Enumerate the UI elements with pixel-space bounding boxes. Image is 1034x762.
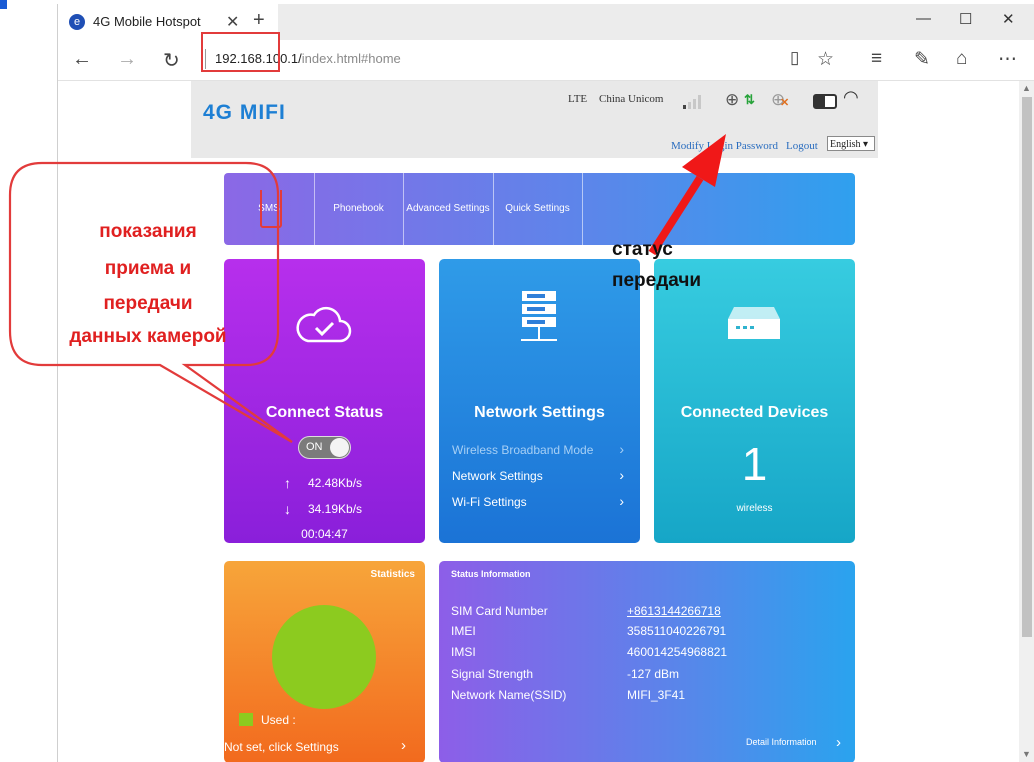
annotation-line-2: приема и [104,258,192,279]
arrow-head [682,134,726,187]
annotation-overlay [8,134,726,443]
annotation-status-line-2: передачи [612,270,702,291]
annotation-line-4: данных камерой [69,326,227,347]
annotation-line-3: передачи [103,293,193,314]
annotation-line-1: показания [99,221,197,242]
annotation-status-line-1: статус [612,239,673,260]
